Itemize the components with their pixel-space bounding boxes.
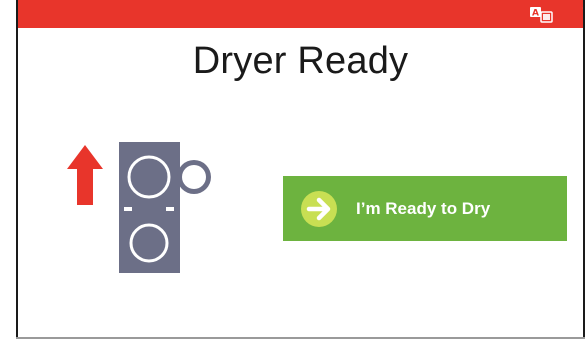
ready-to-dry-button[interactable]: I’m Ready to Dry bbox=[283, 176, 567, 241]
language-button[interactable]: A bbox=[528, 4, 558, 24]
translate-icon: A bbox=[530, 7, 553, 23]
dryer-ready-screen: A ? Dryer Ready bbox=[0, 0, 585, 339]
dryer-illustration bbox=[62, 135, 222, 275]
arrow-right-circle-icon bbox=[299, 189, 339, 229]
svg-text:A: A bbox=[532, 9, 539, 19]
page-title: Dryer Ready bbox=[192, 40, 409, 82]
up-arrow-icon bbox=[67, 145, 103, 205]
dryer-stack-icon bbox=[67, 142, 211, 273]
frame-left-border bbox=[16, 0, 18, 339]
header-bar: A ? bbox=[18, 0, 585, 28]
ready-to-dry-label: I’m Ready to Dry bbox=[356, 199, 491, 218]
